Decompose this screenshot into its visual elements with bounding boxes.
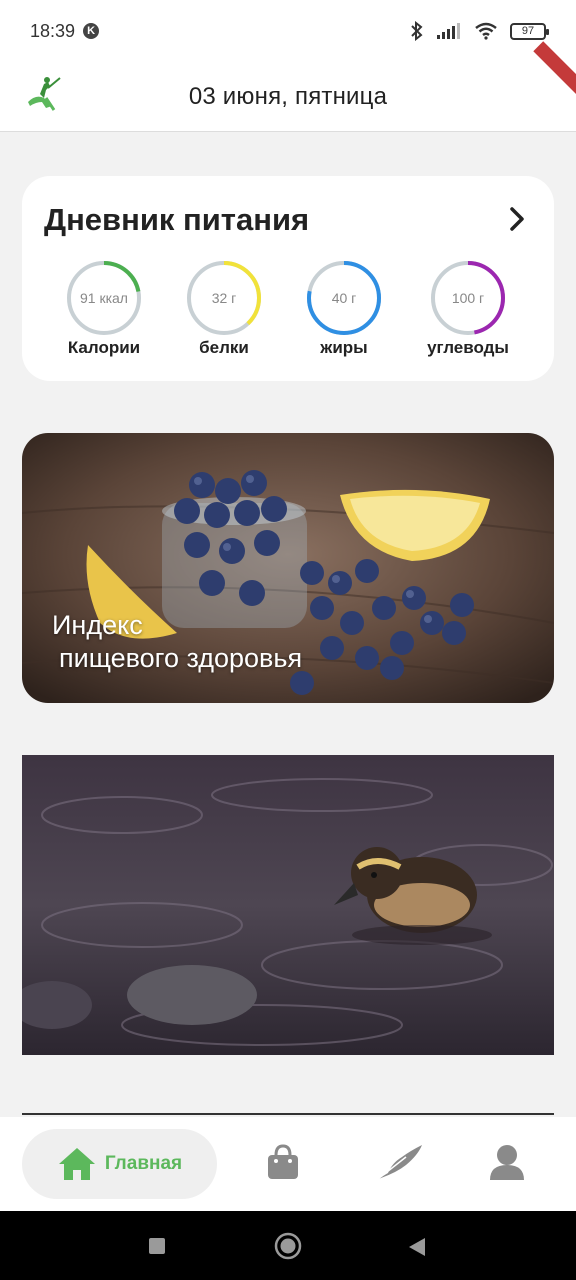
macro-row: 91 ккал Калории 32 г белки 40 г жиры 100…: [22, 260, 554, 360]
profile-icon[interactable]: [488, 1143, 526, 1181]
health-caption-line1: Индекс: [52, 610, 143, 640]
health-caption-line2: пищевого здоровья: [59, 643, 303, 673]
nav-home-label: Главная: [104, 1153, 183, 1174]
duckling-photo-card[interactable]: [22, 755, 554, 1055]
status-time: 18:39: [30, 20, 76, 41]
calories-value: 91 ккал: [80, 290, 128, 306]
runner-logo-icon: [28, 77, 61, 111]
calories-label: Калории: [67, 338, 141, 357]
fat-ring: 40 г: [307, 261, 381, 335]
health-index-caption: Индекс пищевого здоровья: [52, 609, 302, 675]
app-notification-icon: K: [83, 23, 100, 39]
protein-value: 32 г: [212, 290, 237, 306]
nav-home-tab[interactable]: Главная: [22, 1129, 217, 1199]
protein-ring: 32 г: [187, 261, 261, 335]
fat-value: 40 г: [332, 290, 357, 306]
status-left: 18:39 K: [30, 20, 100, 42]
carbs-value: 100 г: [452, 290, 484, 306]
system-navigation-bar: [0, 1211, 576, 1280]
content-divider: [22, 1113, 554, 1115]
app-bar: 03 июня, пятница: [0, 41, 576, 132]
battery-level: 97: [521, 25, 535, 37]
diary-title: Дневник питания: [44, 202, 310, 237]
bottom-navigation: Главная: [0, 1117, 576, 1211]
carbs-label: углеводы: [427, 338, 509, 357]
macro-calories: 91 ккал Калории: [44, 260, 164, 358]
wifi-icon: [475, 22, 497, 40]
back-triangle-icon[interactable]: [408, 1237, 426, 1257]
home-circle-icon[interactable]: [274, 1232, 302, 1260]
macro-carbs: 100 г углеводы: [408, 260, 528, 358]
feather-icon[interactable]: [376, 1143, 424, 1181]
recent-apps-icon[interactable]: [148, 1237, 166, 1255]
fat-label: жиры: [320, 338, 368, 357]
duckling-photo: [22, 755, 554, 1055]
home-icon: [58, 1148, 95, 1180]
shopping-bag-icon[interactable]: [265, 1143, 301, 1181]
carbs-ring: 100 г: [431, 261, 505, 335]
bluetooth-icon: [411, 21, 423, 41]
protein-label: белки: [199, 338, 249, 357]
chevron-right-icon[interactable]: [502, 204, 532, 234]
battery-indicator: 97: [510, 22, 549, 40]
health-index-card[interactable]: Индекс пищевого здоровья: [22, 433, 554, 703]
nutrition-diary-card[interactable]: Дневник питания 91 ккал Калории 32 г бел…: [22, 176, 554, 381]
calories-ring: 91 ккал: [67, 261, 141, 335]
status-right: 97: [410, 21, 549, 41]
macro-protein: 32 г белки: [164, 260, 284, 358]
macro-fat: 40 г жиры: [284, 260, 404, 358]
status-bar: 18:39 K 97: [0, 0, 576, 62]
signal-icon: [437, 23, 460, 39]
page-title: 03 июня, пятница: [188, 82, 388, 110]
